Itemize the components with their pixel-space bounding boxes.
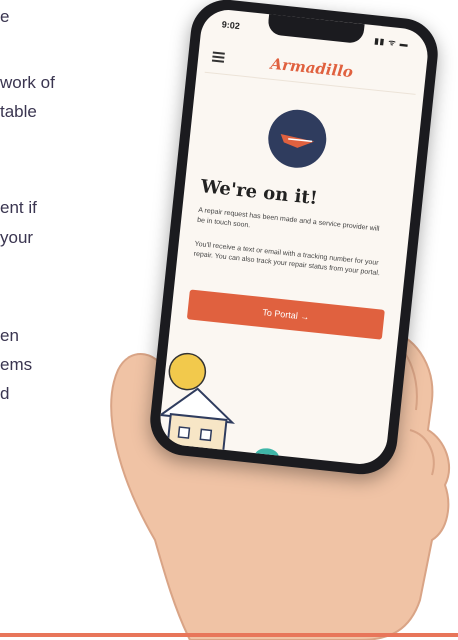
plane-logo-icon	[265, 106, 330, 171]
text-line: table	[0, 102, 37, 121]
status-time: 9:02	[221, 19, 241, 32]
text-line: en	[0, 326, 19, 345]
to-portal-button[interactable]: To Portal →	[186, 289, 385, 340]
tracking-paragraph: You'll receive a text or email with a tr…	[193, 240, 381, 278]
bottom-accent-rule	[0, 633, 458, 637]
confirmation-paragraph: A repair request has been made and a ser…	[196, 206, 380, 233]
phone-mockup: 9:02 ▮▮ ᯤ ▬ Armadillo We're on it! A rep…	[146, 0, 442, 478]
text-line: work of	[0, 73, 55, 92]
text-line: d	[0, 384, 10, 403]
text-line: your	[0, 228, 34, 247]
status-icons: ▮▮ ᯤ ▬	[373, 36, 410, 49]
text-line: e	[0, 7, 10, 26]
confirmation-headline: We're on it!	[199, 176, 319, 210]
phone-screen: 9:02 ▮▮ ᯤ ▬ Armadillo We're on it! A rep…	[157, 7, 431, 467]
text-line: ent if	[0, 198, 37, 217]
text-line: ems	[0, 355, 33, 374]
